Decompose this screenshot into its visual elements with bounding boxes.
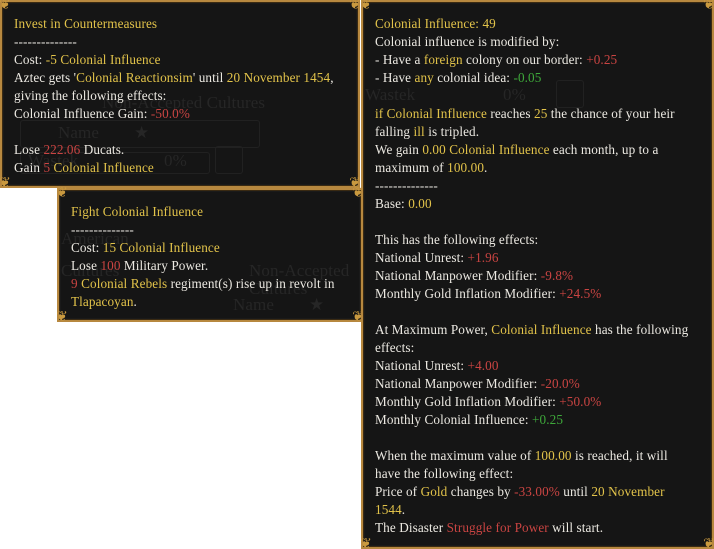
province-line: Tlapacoyan. [71, 294, 137, 309]
cost-value: 15 Colonial Influence [102, 240, 220, 255]
tooltip-title: Colonial Influence: 49 [375, 16, 496, 31]
province-name: Tlapacoyan [71, 294, 134, 309]
lose-military-line: Lose 100 Military Power. [71, 258, 209, 273]
base-value: 0.00 [408, 196, 432, 211]
effect-value: +1.96 [467, 250, 499, 265]
max-effect-row: National Unrest: +4.00 [375, 358, 499, 373]
max-effect-row: Monthly Colonial Influence: +0.25 [375, 412, 564, 427]
ornament-corner-icon: ❦ [0, 175, 11, 191]
effects-intro: giving the following effects: [14, 88, 167, 103]
max-effect-value: +50.0% [559, 394, 602, 409]
modifier-line: Aztec gets 'Colonial Reactionsim' until … [14, 70, 334, 85]
ornament-corner-icon: ❦ [56, 185, 68, 201]
rebels-count: 9 [71, 276, 78, 291]
ornament-corner-icon: ❦ [703, 536, 714, 549]
separator: -------------- [14, 34, 77, 49]
modifier-colonial-idea: - Have any colonial idea: -0.05 [375, 70, 542, 85]
colonial-influence-tooltip: Wastek 0% ❦ ❦ ❦ ❦ Colonial Influence: 49… [360, 0, 714, 549]
disaster-line: The Disaster Struggle for Power will sta… [375, 520, 604, 535]
ornament-corner-icon: ❦ [56, 309, 68, 325]
maximum-line: maximum of 100.00. [375, 160, 488, 175]
price-change-value: -33.00% [514, 484, 560, 499]
modifier-value: +0.25 [586, 52, 618, 67]
reach-max-line-2: have the following effect: [375, 466, 514, 481]
at-max-intro-line-2: effects: [375, 340, 415, 355]
effect-value: +24.5% [559, 286, 602, 301]
tooltip-title: Invest in Countermeasures [14, 16, 158, 31]
reach-max-line-1: When the maximum value of 100.00 is reac… [375, 448, 668, 463]
base-line: Base: 0.00 [375, 196, 432, 211]
heir-warning-line-1: if Colonial Influence reaches 25 the cha… [375, 106, 675, 121]
price-change-line-2: 1544. [375, 502, 406, 517]
modifier-name: Colonial Reactionsim [76, 70, 193, 85]
max-effect-row: Monthly Gold Inflation Modifier: +50.0% [375, 394, 602, 409]
cost-value: -5 Colonial Influence [45, 52, 161, 67]
disaster-name: Struggle for Power [446, 520, 549, 535]
separator: -------------- [71, 222, 134, 237]
modifier-value: -0.05 [513, 70, 542, 85]
rebels-line: 9 Colonial Rebels regiment(s) rise up in… [71, 276, 335, 291]
separator: -------------- [375, 178, 438, 193]
effects-intro: This has the following effects: [375, 232, 539, 247]
maximum-value: 100.00 [447, 160, 485, 175]
gain-influence-line: Gain 5 Colonial Influence [14, 160, 154, 175]
military-power-value: 100 [100, 258, 121, 273]
rebels-type: Colonial Rebels [77, 276, 168, 291]
ornament-corner-icon: ❦ [703, 0, 714, 13]
effect-row: National Unrest: +1.96 [375, 250, 499, 265]
ducats-value: 222.06 [43, 142, 81, 157]
ornament-corner-icon: ❦ [0, 0, 11, 13]
monthly-gain-value: 0.00 Colonial Influence [422, 142, 550, 157]
cost-line: Cost: -5 Colonial Influence [14, 52, 161, 67]
lose-ducats-line: Lose 222.06 Ducats. [14, 142, 125, 157]
trade-good: Gold [420, 484, 448, 499]
monthly-gain-line: We gain 0.00 Colonial Influence each mon… [375, 142, 659, 157]
ornament-corner-icon: ❦ [360, 0, 372, 13]
gain-modifier-line: Colonial Influence Gain: -50.0% [14, 106, 190, 121]
max-effect-value: -20.0% [540, 376, 580, 391]
max-effect-value: +4.00 [467, 358, 499, 373]
modified-by-heading: Colonial influence is modified by: [375, 34, 560, 49]
price-change-line-1: Price of Gold changes by -33.00% until 2… [375, 484, 665, 499]
gain-modifier-value: -50.0% [150, 106, 190, 121]
at-max-intro-line-1: At Maximum Power, Colonial Influence has… [375, 322, 689, 337]
fight-colonial-influence-tooltip: American Cultures Non-Accepted Cultures … [56, 185, 364, 325]
max-effect-value: +0.25 [532, 412, 564, 427]
cost-line: Cost: 15 Colonial Influence [71, 240, 220, 255]
ornament-corner-icon: ❦ [360, 536, 372, 549]
invest-countermeasures-tooltip: Non-Accepted Cultures Name ★ Wastek 0% ❦… [0, 0, 361, 191]
effect-value: -9.8% [540, 268, 574, 283]
modifier-foreign-colony: - Have a foreign colony on our border: +… [375, 52, 618, 67]
heir-threshold: 25 [534, 106, 548, 121]
tooltip-stage: Non-Accepted Cultures Name ★ Wastek 0% ❦… [0, 0, 714, 549]
effect-row: National Manpower Modifier: -9.8% [375, 268, 574, 283]
effect-row: Monthly Gold Inflation Modifier: +24.5% [375, 286, 602, 301]
until-date: 20 November 1454 [226, 70, 331, 85]
tooltip-title: Fight Colonial Influence [71, 204, 204, 219]
heir-warning-line-2: falling ill is tripled. [375, 124, 480, 139]
max-effect-row: National Manpower Modifier: -20.0% [375, 376, 580, 391]
reach-max-value: 100.00 [534, 448, 572, 463]
